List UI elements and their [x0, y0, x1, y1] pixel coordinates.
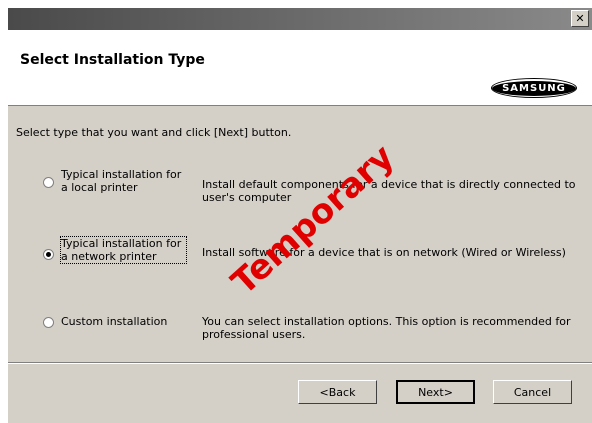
- radio-network-printer[interactable]: [43, 249, 54, 260]
- back-button[interactable]: <Back: [298, 380, 377, 404]
- button-bar-separator: [8, 362, 592, 364]
- header-panel: Select Installation Type SAMSUNG: [8, 30, 592, 106]
- next-button-label: Next>: [418, 385, 453, 399]
- instruction-text: Select type that you want and click [Nex…: [16, 126, 292, 139]
- option-label-local[interactable]: Typical installation for a local printer: [61, 168, 186, 194]
- option-label-network[interactable]: Typical installation for a network print…: [60, 236, 187, 264]
- back-button-label: <Back: [319, 385, 356, 399]
- option-label-custom[interactable]: Custom installation: [61, 315, 186, 328]
- radio-custom[interactable]: [43, 317, 54, 328]
- radio-local-printer[interactable]: [43, 177, 54, 188]
- title-bar[interactable]: ✕: [8, 8, 592, 30]
- option-desc-local: Install default components for a device …: [202, 178, 576, 204]
- close-button[interactable]: ✕: [571, 10, 589, 27]
- cancel-button-label: Cancel: [513, 385, 552, 399]
- installer-window: ✕ Select Installation Type SAMSUNG Selec…: [8, 8, 592, 423]
- logo-text: SAMSUNG: [492, 80, 576, 96]
- page-title: Select Installation Type: [20, 52, 205, 68]
- option-desc-network: Install software for a device that is on…: [202, 246, 566, 259]
- option-desc-custom: You can select installation options. Thi…: [202, 315, 571, 341]
- cancel-button[interactable]: Cancel: [493, 380, 572, 404]
- next-button[interactable]: Next>: [396, 380, 475, 404]
- close-icon: ✕: [575, 12, 585, 25]
- temporary-watermark: Temporary: [224, 146, 402, 296]
- watermark-text: Temporary: [224, 146, 402, 296]
- samsung-logo: SAMSUNG: [491, 78, 577, 98]
